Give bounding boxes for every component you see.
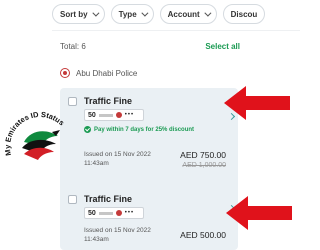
watermark-text: My Emirates ID Status [3,110,66,156]
plate-emblem-icon [115,112,122,118]
issued-date: Issued on 15 Nov 2022 [84,151,151,158]
issued-date: Issued on 15 Nov 2022 [84,227,151,234]
discount-label: Discou [230,9,258,19]
sort-by-label: Sort by [60,9,88,19]
issued-info: Issued on 15 Nov 2022 11:43am [84,226,151,244]
pointer-arrow-icon [226,196,292,230]
summary-row: Total: 6 Select all [60,42,240,51]
select-all-button[interactable]: Select all [205,42,240,51]
discount-text: Pay within 7 days for 25% discount [94,126,195,133]
plate-digits: ••• [124,112,135,118]
discount-filter[interactable]: Discou [222,4,266,24]
issued-time: 11:43am [84,160,109,167]
plate-logo-icon [98,113,113,117]
original-amount: AED 1,000.00 [182,162,226,169]
total-count: Total: 6 [60,42,86,51]
discount-notice: Pay within 7 days for 25% discount [84,126,194,133]
pointer-arrow-icon [224,86,290,120]
fine-amount: AED 750.00 [180,150,226,160]
police-logo-icon [60,68,70,78]
falcon-emblem-icon [22,130,60,160]
issued-time: 11:43am [84,236,109,243]
plate-number: 50 ••• [84,207,144,219]
fine-amount: AED 500.00 [180,230,226,240]
issuer-name: Abu Dhabi Police [76,68,138,78]
account-label: Account [167,9,200,19]
fine-card[interactable]: Traffic Fine 50 ••• Issued on 15 Nov 202… [60,186,238,250]
issued-info: Issued on 15 Nov 2022 11:43am [84,150,151,168]
plate-emblem-icon [115,210,122,216]
plate-digits: ••• [124,210,135,216]
plate-number: 50 ••• [84,109,144,121]
plate-logo-icon [98,211,113,215]
sort-by-filter[interactable]: Sort by [52,4,105,24]
account-filter[interactable]: Account [159,4,217,24]
svg-text:My Emirates ID Status: My Emirates ID Status [3,110,66,156]
type-filter[interactable]: Type [110,4,154,24]
fine-card[interactable]: Traffic Fine 50 ••• Pay within 7 days fo… [60,88,238,192]
divider [52,30,300,31]
fine-title: Traffic Fine [84,96,133,106]
plate-code: 50 [88,209,96,217]
filter-bar: Sort by Type Account Discou [52,4,302,26]
plate-code: 50 [88,111,96,119]
fine-title: Traffic Fine [84,194,133,204]
issuer-header: Abu Dhabi Police [60,68,137,78]
type-label: Type [118,9,137,19]
chevron-down-icon [91,9,100,17]
fine-checkbox[interactable] [68,195,77,204]
check-circle-icon [84,126,91,133]
chevron-down-icon [141,9,149,17]
fine-checkbox[interactable] [68,97,77,106]
chevron-down-icon [204,9,212,17]
